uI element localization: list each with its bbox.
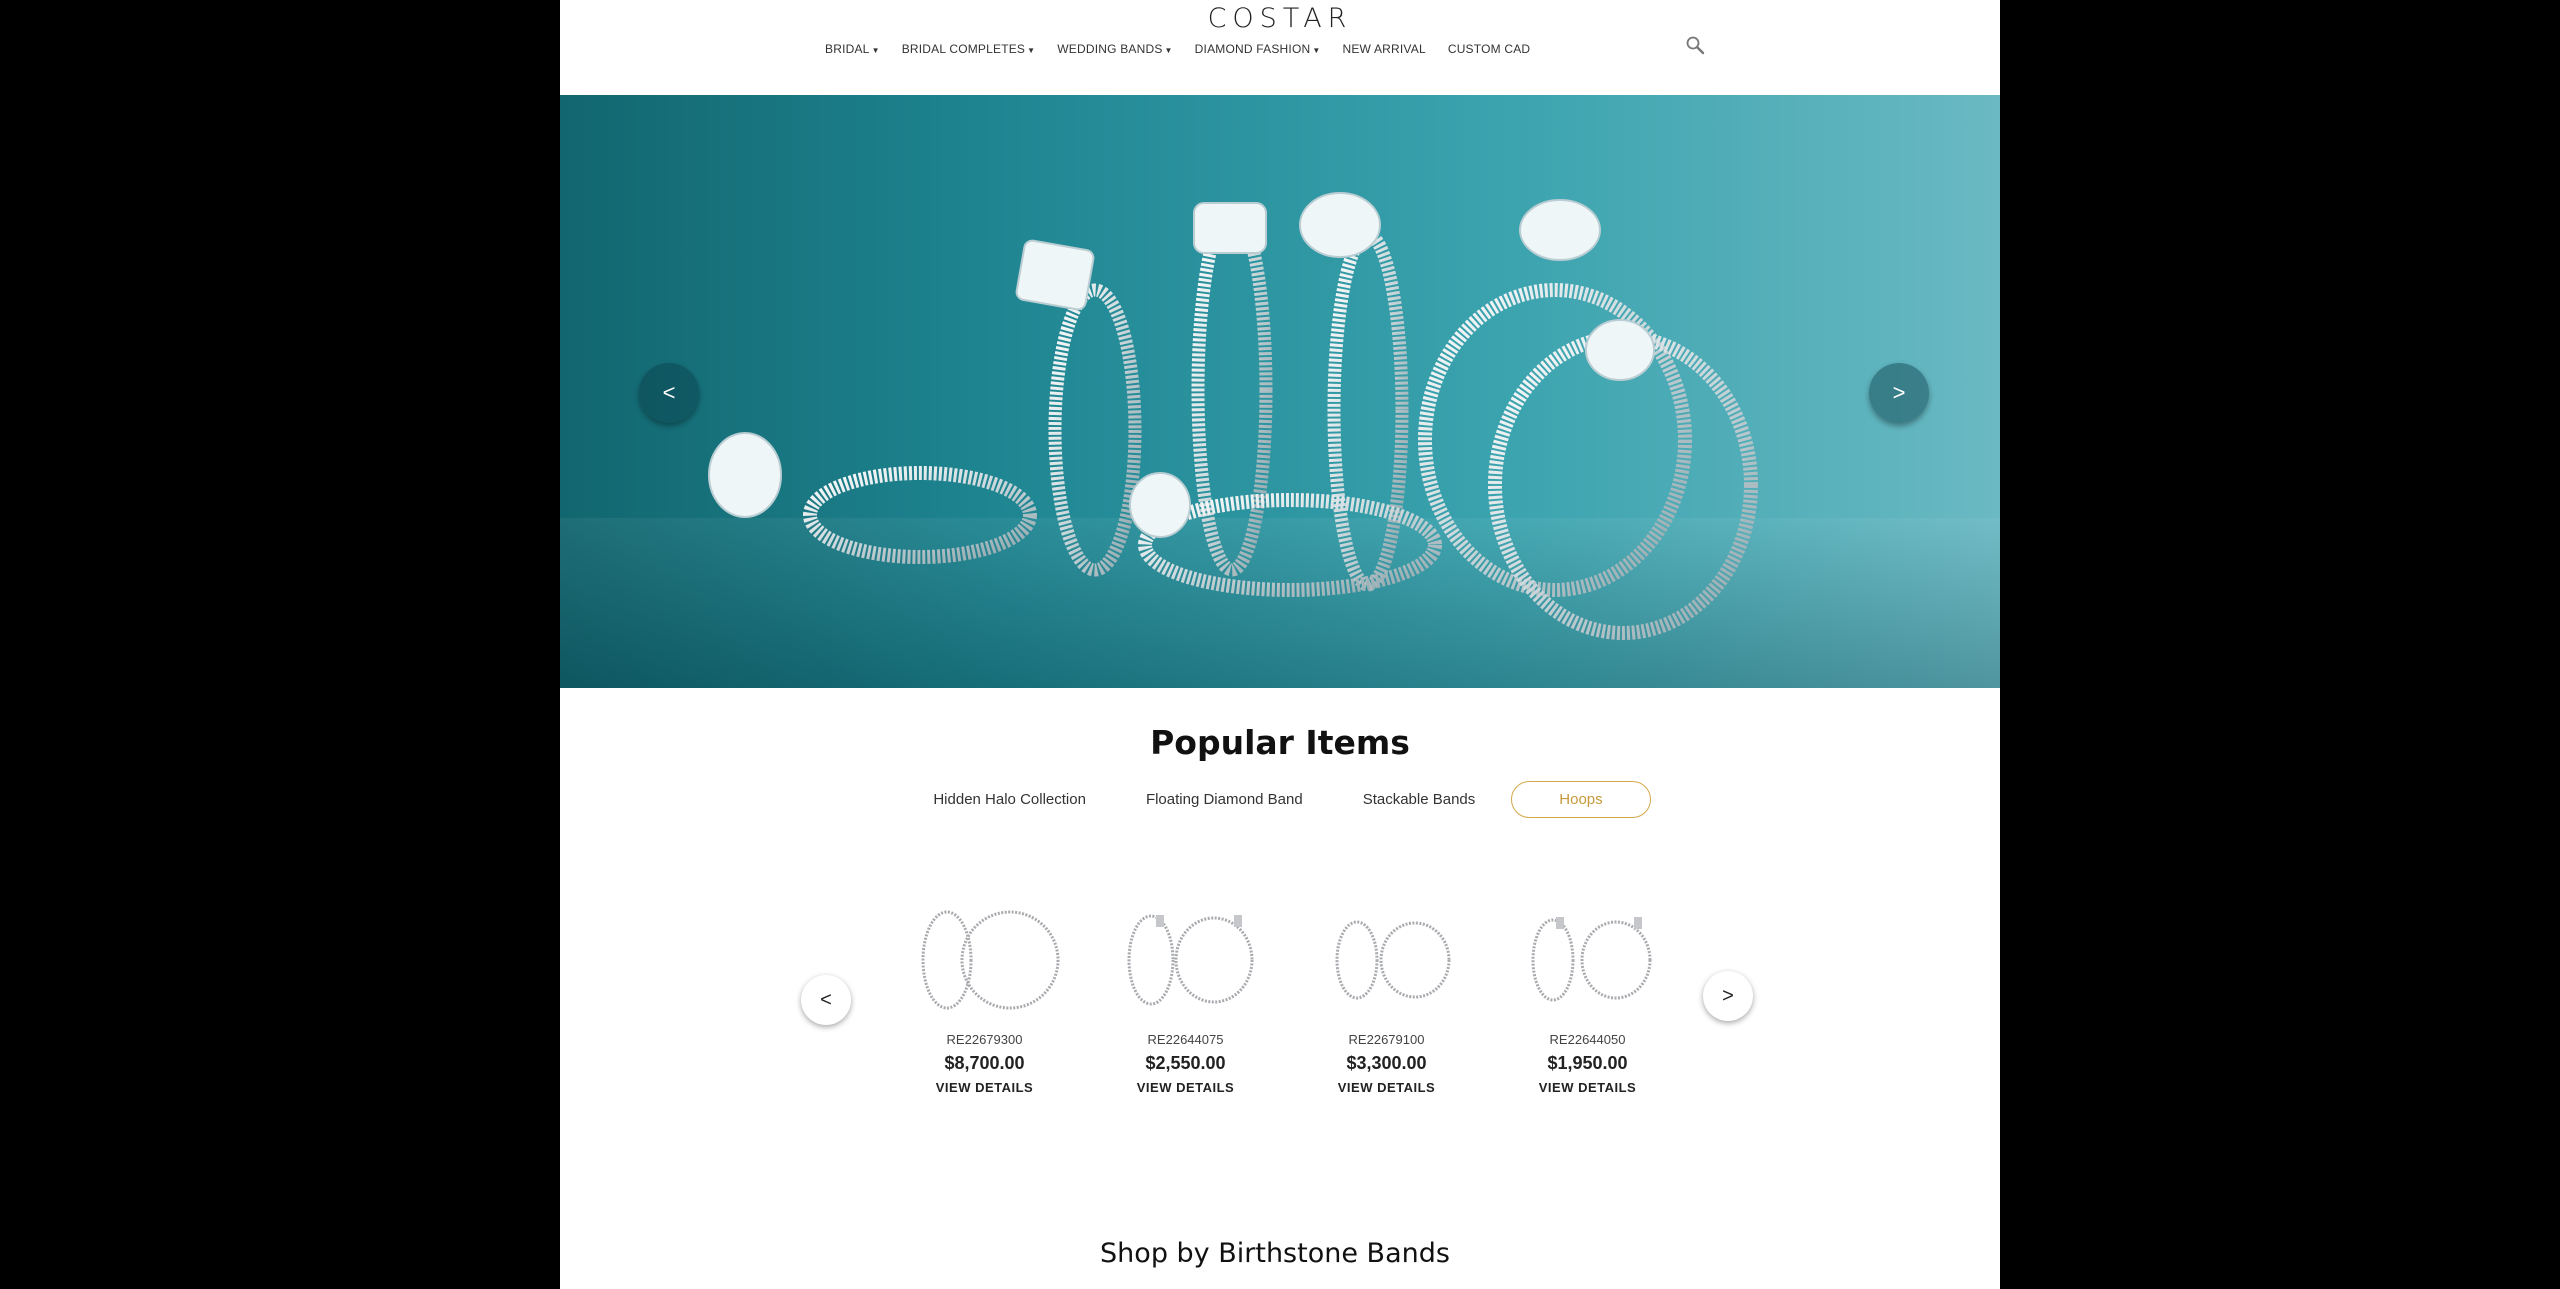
caret-down-icon: ▼	[1312, 46, 1321, 55]
product-card[interactable]: RE22644050 $1,950.00 VIEW DETAILS	[1487, 905, 1688, 1095]
product-sku: RE22679300	[946, 1032, 1023, 1047]
hero-banner: < >	[560, 95, 2000, 688]
product-price: $2,550.00	[1145, 1053, 1226, 1073]
chevron-left-icon: <	[820, 988, 832, 1011]
chevron-right-icon: >	[1722, 984, 1734, 1007]
product-card[interactable]: RE22644075 $2,550.00 VIEW DETAILS	[1085, 905, 1286, 1095]
product-sku: RE22644075	[1147, 1032, 1224, 1047]
chevron-left-icon: <	[662, 380, 676, 405]
caret-down-icon: ▼	[1164, 46, 1173, 55]
hoop-earring-image	[1531, 917, 1651, 1002]
nav-item-wedding-bands[interactable]: WEDDING BANDS ▼	[1057, 42, 1172, 56]
product-card[interactable]: RE22679300 $8,700.00 VIEW DETAILS	[884, 905, 1085, 1095]
products-next-button[interactable]: >	[1703, 971, 1753, 1021]
product-sku: RE22679100	[1348, 1032, 1425, 1047]
tab-floating-diamond-band[interactable]: Floating Diamond Band	[1122, 781, 1327, 818]
birthstone-bands-title: Shop by Birthstone Bands	[1100, 1238, 1450, 1269]
product-card[interactable]: RE22679100 $3,300.00 VIEW DETAILS	[1286, 905, 1487, 1095]
product-price: $3,300.00	[1346, 1053, 1427, 1073]
product-price: $1,950.00	[1547, 1053, 1628, 1073]
caret-down-icon: ▼	[1027, 46, 1036, 55]
chevron-right-icon: >	[1892, 380, 1906, 405]
product-sku: RE22644050	[1549, 1032, 1626, 1047]
hero-prev-button[interactable]: <	[639, 363, 699, 423]
hoop-earring-image	[921, 910, 1059, 1010]
view-details-link[interactable]: VIEW DETAILS	[1085, 1080, 1286, 1095]
products-prev-button[interactable]: <	[801, 975, 851, 1025]
view-details-link[interactable]: VIEW DETAILS	[1487, 1080, 1688, 1095]
product-carousel: RE22679300 $8,700.00 VIEW DETAILS RE2264…	[884, 905, 1688, 1095]
tab-hidden-halo-collection[interactable]: Hidden Halo Collection	[909, 781, 1110, 818]
nav-item-bridal-completes[interactable]: BRIDAL COMPLETES ▼	[902, 42, 1036, 56]
caret-down-icon: ▼	[871, 46, 880, 55]
logo[interactable]: COSTAR	[560, 2, 2000, 34]
hoop-earring-image	[1335, 920, 1450, 1000]
tab-stackable-bands[interactable]: Stackable Bands	[1339, 781, 1500, 818]
hero-next-button[interactable]: >	[1869, 363, 1929, 423]
nav-item-custom-cad[interactable]: CUSTOM CAD	[1448, 42, 1530, 56]
popular-items-title: Popular Items	[1150, 723, 1410, 762]
main-nav: BRIDAL ▼ BRIDAL COMPLETES ▼ WEDDING BANDS ▼…	[825, 42, 1552, 56]
popular-tabs: Hidden Halo Collection Floating Diamond …	[560, 781, 2000, 818]
nav-item-bridal[interactable]: BRIDAL ▼	[825, 42, 880, 56]
hero-rings-image	[708, 192, 1758, 640]
product-price: $8,700.00	[944, 1053, 1025, 1073]
page: COSTAR BRIDAL ▼ BRIDAL COMPLETES ▼ WEDDING…	[560, 0, 2000, 1289]
view-details-link[interactable]: VIEW DETAILS	[1286, 1080, 1487, 1095]
view-details-link[interactable]: VIEW DETAILS	[884, 1080, 1085, 1095]
tab-hoops[interactable]: Hoops	[1511, 781, 1651, 818]
hoop-earring-image	[1127, 914, 1253, 1006]
nav-item-diamond-fashion[interactable]: DIAMOND FASHION ▼	[1195, 42, 1321, 56]
nav-item-new-arrival[interactable]: NEW ARRIVAL	[1342, 42, 1425, 56]
search-icon[interactable]	[1685, 35, 1705, 60]
